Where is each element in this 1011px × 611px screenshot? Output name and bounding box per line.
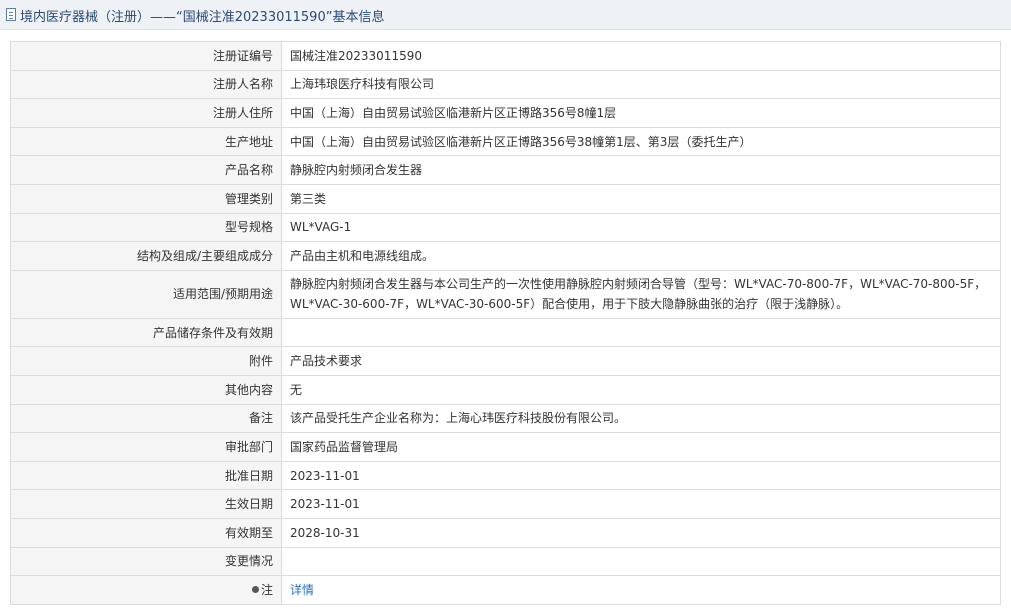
row-label: 适用范围/预期用途 bbox=[10, 269, 282, 319]
row-label: 有效期至 bbox=[10, 517, 282, 548]
details-link[interactable]: 详情 bbox=[290, 583, 314, 597]
row-label: 结构及组成/主要组成成分 bbox=[10, 241, 282, 271]
row-label: 注册人名称 bbox=[10, 69, 282, 100]
table-row: 生效日期 2023-11-01 bbox=[10, 489, 1001, 519]
row-value: WL*VAG-1 bbox=[281, 212, 1001, 243]
row-value: 2028-10-31 bbox=[281, 517, 1001, 548]
table-row: 变更情况 bbox=[10, 546, 1001, 577]
table-row: 适用范围/预期用途 静脉腔内射频闭合发生器与本公司生产的一次性使用静脉腔内射频闭… bbox=[10, 269, 1001, 319]
row-value: 国械注准20233011590 bbox=[281, 41, 1001, 71]
table-row: 型号规格 WL*VAG-1 bbox=[10, 212, 1001, 243]
row-label: 管理类别 bbox=[10, 183, 282, 214]
page-title: 境内医疗器械（注册）——“国械注准20233011590”基本信息 bbox=[20, 10, 385, 25]
table-row: 批准日期 2023-11-01 bbox=[10, 460, 1001, 491]
row-label: 产品名称 bbox=[10, 155, 282, 185]
row-label: 变更情况 bbox=[10, 546, 282, 577]
page-header: 境内医疗器械（注册）——“国械注准20233011590”基本信息 bbox=[0, 0, 1011, 30]
info-table: 注册证编号 国械注准20233011590 注册人名称 上海玮琅医疗科技有限公司… bbox=[10, 41, 1001, 605]
row-value bbox=[281, 546, 1001, 577]
table-row: 产品名称 静脉腔内射频闭合发生器 bbox=[10, 155, 1001, 185]
note-value-cell: 详情 bbox=[281, 575, 1001, 605]
note-row: 注 详情 bbox=[10, 575, 1001, 605]
table-row: 有效期至 2028-10-31 bbox=[10, 517, 1001, 548]
row-label: 生产地址 bbox=[10, 126, 282, 157]
row-value: 无 bbox=[281, 374, 1001, 405]
table-row: 附件 产品技术要求 bbox=[10, 346, 1001, 376]
table-row: 注册证编号 国械注准20233011590 bbox=[10, 41, 1001, 71]
row-value: 产品由主机和电源线组成。 bbox=[281, 241, 1001, 271]
table-row: 备注 该产品受托生产企业名称为：上海心玮医疗科技股份有限公司。 bbox=[10, 403, 1001, 434]
row-value: 上海玮琅医疗科技有限公司 bbox=[281, 69, 1001, 100]
row-label: 注册证编号 bbox=[10, 41, 282, 71]
table-row: 管理类别 第三类 bbox=[10, 183, 1001, 214]
document-icon bbox=[6, 8, 16, 21]
row-value: 该产品受托生产企业名称为：上海心玮医疗科技股份有限公司。 bbox=[281, 403, 1001, 434]
row-value: 中国（上海）自由贸易试验区临港新片区正博路356号38幢第1层、第3层（委托生产… bbox=[281, 126, 1001, 157]
row-value: 静脉腔内射频闭合发生器 bbox=[281, 155, 1001, 185]
row-value: 第三类 bbox=[281, 183, 1001, 214]
row-value: 静脉腔内射频闭合发生器与本公司生产的一次性使用静脉腔内射频闭合导管（型号：WL*… bbox=[281, 269, 1001, 319]
row-label: 型号规格 bbox=[10, 212, 282, 243]
row-value: 产品技术要求 bbox=[281, 346, 1001, 376]
note-label-cell: 注 bbox=[10, 575, 282, 605]
row-label: 生效日期 bbox=[10, 489, 282, 519]
row-label: 审批部门 bbox=[10, 432, 282, 462]
row-label: 产品储存条件及有效期 bbox=[10, 317, 282, 348]
table-row: 审批部门 国家药品监督管理局 bbox=[10, 432, 1001, 462]
row-value: 中国（上海）自由贸易试验区临港新片区正博路356号8幢1层 bbox=[281, 98, 1001, 128]
table-row: 生产地址 中国（上海）自由贸易试验区临港新片区正博路356号38幢第1层、第3层… bbox=[10, 126, 1001, 157]
table-row: 注册人住所 中国（上海）自由贸易试验区临港新片区正博路356号8幢1层 bbox=[10, 98, 1001, 128]
row-label: 注册人住所 bbox=[10, 98, 282, 128]
row-label: 备注 bbox=[10, 403, 282, 434]
row-label: 附件 bbox=[10, 346, 282, 376]
note-label: 注 bbox=[260, 582, 273, 597]
row-value bbox=[281, 317, 1001, 348]
row-label: 其他内容 bbox=[10, 374, 282, 405]
row-value: 2023-11-01 bbox=[281, 460, 1001, 491]
pin-icon bbox=[251, 585, 259, 593]
table-row: 产品储存条件及有效期 bbox=[10, 317, 1001, 348]
row-label: 批准日期 bbox=[10, 460, 282, 491]
table-row: 注册人名称 上海玮琅医疗科技有限公司 bbox=[10, 69, 1001, 100]
table-row: 其他内容 无 bbox=[10, 374, 1001, 405]
table-row: 结构及组成/主要组成成分 产品由主机和电源线组成。 bbox=[10, 241, 1001, 271]
row-value: 2023-11-01 bbox=[281, 489, 1001, 519]
row-value: 国家药品监督管理局 bbox=[281, 432, 1001, 462]
